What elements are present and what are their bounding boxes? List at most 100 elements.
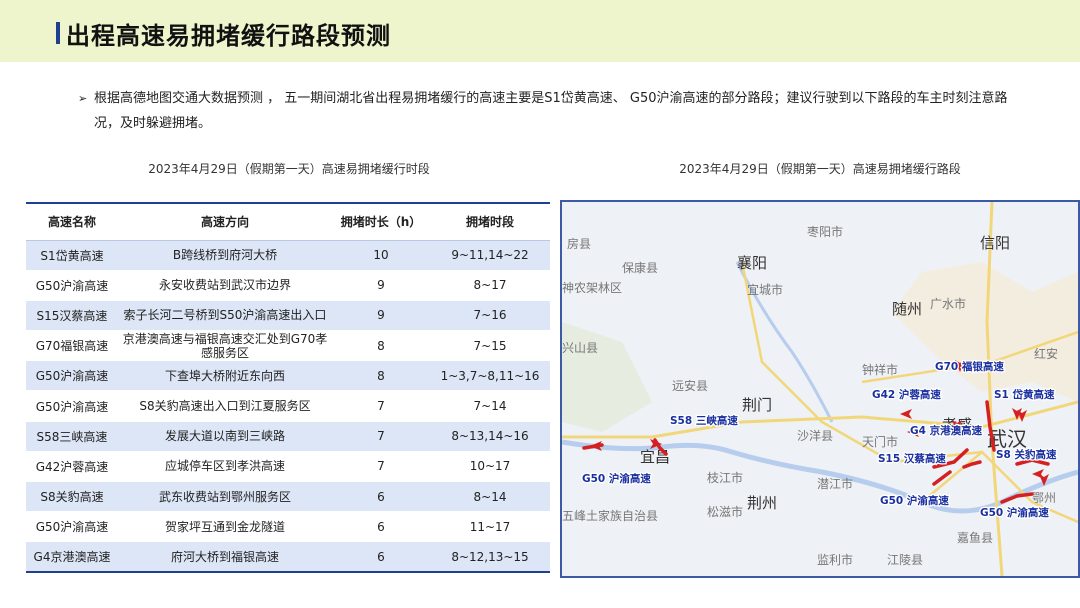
route-label: G50 沪渝高速 bbox=[980, 506, 1049, 519]
period-cell: 9~11,14~22 bbox=[430, 240, 550, 271]
highway-name-cell: S1岱黄高速 bbox=[26, 240, 118, 271]
route-label: S1 岱黄高速 bbox=[994, 388, 1055, 401]
column-header: 高速名称 bbox=[26, 202, 118, 241]
period-cell: 7~14 bbox=[430, 390, 550, 422]
table-row: G4京港澳高速 府河大桥到福银高速 6 8~12,13~15 bbox=[26, 541, 550, 574]
direction-cell: 京港澳高速与福银高速交汇处到G70孝感服务区 bbox=[118, 330, 332, 362]
place-label: 保康县 bbox=[622, 260, 658, 275]
period-cell: 7~15 bbox=[430, 330, 550, 362]
table-row: G50沪渝高速 S8关豹高速出入口到江夏服务区 7 7~14 bbox=[26, 390, 550, 422]
place-label: 宜昌 bbox=[640, 448, 670, 466]
duration-cell: 7 bbox=[332, 421, 430, 452]
highway-name-cell: G4京港澳高速 bbox=[26, 541, 118, 574]
arrow-bullet-icon: ➢ bbox=[78, 92, 88, 105]
place-label: 宜城市 bbox=[747, 282, 783, 297]
place-label: 松滋市 bbox=[707, 504, 743, 519]
route-label: G50 沪渝高速 bbox=[582, 472, 651, 485]
direction-cell: 应城停车区到孝洪高速 bbox=[118, 451, 332, 483]
period-cell: 8~12,13~15 bbox=[430, 541, 550, 574]
place-label: 随州 bbox=[892, 300, 922, 318]
map-caption: 2023年4月29日（假期第一天）高速易拥堵缓行路段 bbox=[679, 162, 961, 176]
route-label: S15 汉蔡高速 bbox=[878, 452, 946, 465]
place-label: 监利市 bbox=[817, 552, 853, 567]
table-row: S8关豹高速 武东收费站到鄂州服务区 6 8~14 bbox=[26, 481, 550, 513]
table-row: S1岱黄高速 B跨线桥到府河大桥 10 9~11,14~22 bbox=[26, 240, 550, 271]
duration-cell: 9 bbox=[332, 300, 430, 332]
place-label: 远安县 bbox=[672, 378, 708, 393]
period-cell: 1~3,7~8,11~16 bbox=[430, 360, 550, 392]
period-cell: 7~16 bbox=[430, 300, 550, 332]
direction-cell: S8关豹高速出入口到江夏服务区 bbox=[118, 390, 332, 422]
highway-name-cell: G42沪蓉高速 bbox=[26, 451, 118, 483]
direction-cell: 发展大道以南到三峡路 bbox=[118, 421, 332, 452]
congestion-table: 高速名称 高速方向 拥堵时长（h） 拥堵时段 S1岱黄高速 B跨线桥到府河大桥 10… bbox=[26, 202, 550, 574]
direction-cell: 永安收费站到武汉市边界 bbox=[118, 270, 332, 301]
place-label: 江陵县 bbox=[887, 553, 923, 567]
place-label: 红安 bbox=[1034, 346, 1058, 361]
place-label: 信阳 bbox=[980, 234, 1010, 252]
place-label: 房县 bbox=[567, 236, 591, 251]
route-label: S8 关豹高速 bbox=[996, 448, 1057, 461]
direction-cell: B跨线桥到府河大桥 bbox=[118, 240, 332, 271]
place-label: 鄂州 bbox=[1032, 491, 1056, 505]
duration-cell: 8 bbox=[332, 360, 430, 392]
highway-name-cell: G50沪渝高速 bbox=[26, 511, 118, 543]
period-cell: 8~14 bbox=[430, 481, 550, 513]
table-row: G50沪渝高速 永安收费站到武汉市边界 9 8~17 bbox=[26, 270, 550, 301]
table-row: G50沪渝高速 贺家坪互通到金龙隧道 6 11~17 bbox=[26, 511, 550, 543]
duration-cell: 7 bbox=[332, 390, 430, 422]
place-label: 襄阳 bbox=[737, 254, 767, 272]
place-label: 潜江市 bbox=[817, 476, 853, 491]
highway-name-cell: S8关豹高速 bbox=[26, 481, 118, 513]
place-label: 钟祥市 bbox=[862, 362, 898, 377]
title-accent-bar bbox=[56, 22, 60, 44]
highway-name-cell: G50沪渝高速 bbox=[26, 270, 118, 301]
duration-cell: 9 bbox=[332, 270, 430, 301]
intro-paragraph: ➢ 根据高德地图交通大数据预测 ， 五一期间湖北省出程易拥堵缓行的高速主要是S1… bbox=[78, 86, 1028, 136]
place-label: 五峰土家族自治县 bbox=[562, 508, 658, 523]
direction-cell: 贺家坪互通到金龙隧道 bbox=[118, 511, 332, 543]
column-header: 拥堵时段 bbox=[430, 202, 550, 241]
table-row: G50沪渝高速 下查埠大桥附近东向西 8 1~3,7~8,11~16 bbox=[26, 360, 550, 392]
place-label: 神农架林区 bbox=[562, 281, 622, 295]
page-title: 出程高速易拥堵缓行路段预测 bbox=[66, 22, 391, 50]
map-canvas: 枣阳市信阳保康县襄阳宜城市随州广水市兴山县钟祥市红安远安县荆门沙洋县天门市孝感武… bbox=[562, 202, 1078, 576]
highway-name-cell: G70福银高速 bbox=[26, 330, 118, 362]
duration-cell: 6 bbox=[332, 541, 430, 574]
route-label: S58 三峡高速 bbox=[670, 414, 738, 427]
highway-name-cell: G50沪渝高速 bbox=[26, 390, 118, 422]
place-label: 沙洋县 bbox=[797, 428, 833, 443]
table-row: G70福银高速 京港澳高速与福银高速交汇处到G70孝感服务区 8 7~15 bbox=[26, 330, 550, 362]
place-label: 天门市 bbox=[862, 434, 898, 449]
route-label: G50 沪渝高速 bbox=[880, 494, 949, 507]
route-map: 枣阳市信阳保康县襄阳宜城市随州广水市兴山县钟祥市红安远安县荆门沙洋县天门市孝感武… bbox=[560, 200, 1080, 578]
route-label: G4 京港澳高速 bbox=[910, 424, 983, 437]
table-caption: 2023年4月29日（假期第一天）高速易拥堵缓行时段 bbox=[148, 162, 430, 176]
direction-cell: 索子长河二号桥到S50沪渝高速出入口 bbox=[118, 300, 332, 332]
intro-text: 根据高德地图交通大数据预测 ， 五一期间湖北省出程易拥堵缓行的高速主要是S1岱黄… bbox=[94, 91, 1008, 131]
duration-cell: 8 bbox=[332, 330, 430, 362]
duration-cell: 7 bbox=[332, 451, 430, 483]
column-header: 高速方向 bbox=[118, 202, 332, 241]
duration-cell: 10 bbox=[332, 240, 430, 271]
place-label: 枝江市 bbox=[707, 470, 743, 485]
place-label: 广水市 bbox=[930, 296, 966, 311]
highway-name-cell: G50沪渝高速 bbox=[26, 360, 118, 392]
duration-cell: 6 bbox=[332, 481, 430, 513]
route-label: G42 沪蓉高速 bbox=[872, 388, 941, 401]
table-header-row: 高速名称 高速方向 拥堵时长（h） 拥堵时段 bbox=[26, 202, 550, 241]
table-row: S15汉蔡高速 索子长河二号桥到S50沪渝高速出入口 9 7~16 bbox=[26, 300, 550, 332]
direction-cell: 下查埠大桥附近东向西 bbox=[118, 360, 332, 392]
route-label: G70 福银高速 bbox=[935, 360, 1004, 373]
place-label: 荆门 bbox=[742, 396, 772, 414]
period-cell: 10~17 bbox=[430, 451, 550, 483]
table-row: G42沪蓉高速 应城停车区到孝洪高速 7 10~17 bbox=[26, 451, 550, 483]
direction-cell: 武东收费站到鄂州服务区 bbox=[118, 481, 332, 513]
direction-cell: 府河大桥到福银高速 bbox=[118, 541, 332, 574]
place-label: 兴山县 bbox=[562, 341, 598, 355]
place-label: 荆州 bbox=[747, 494, 777, 512]
period-cell: 8~17 bbox=[430, 270, 550, 301]
period-cell: 8~13,14~16 bbox=[430, 421, 550, 452]
place-label: 嘉鱼县 bbox=[957, 531, 993, 545]
duration-cell: 6 bbox=[332, 511, 430, 543]
